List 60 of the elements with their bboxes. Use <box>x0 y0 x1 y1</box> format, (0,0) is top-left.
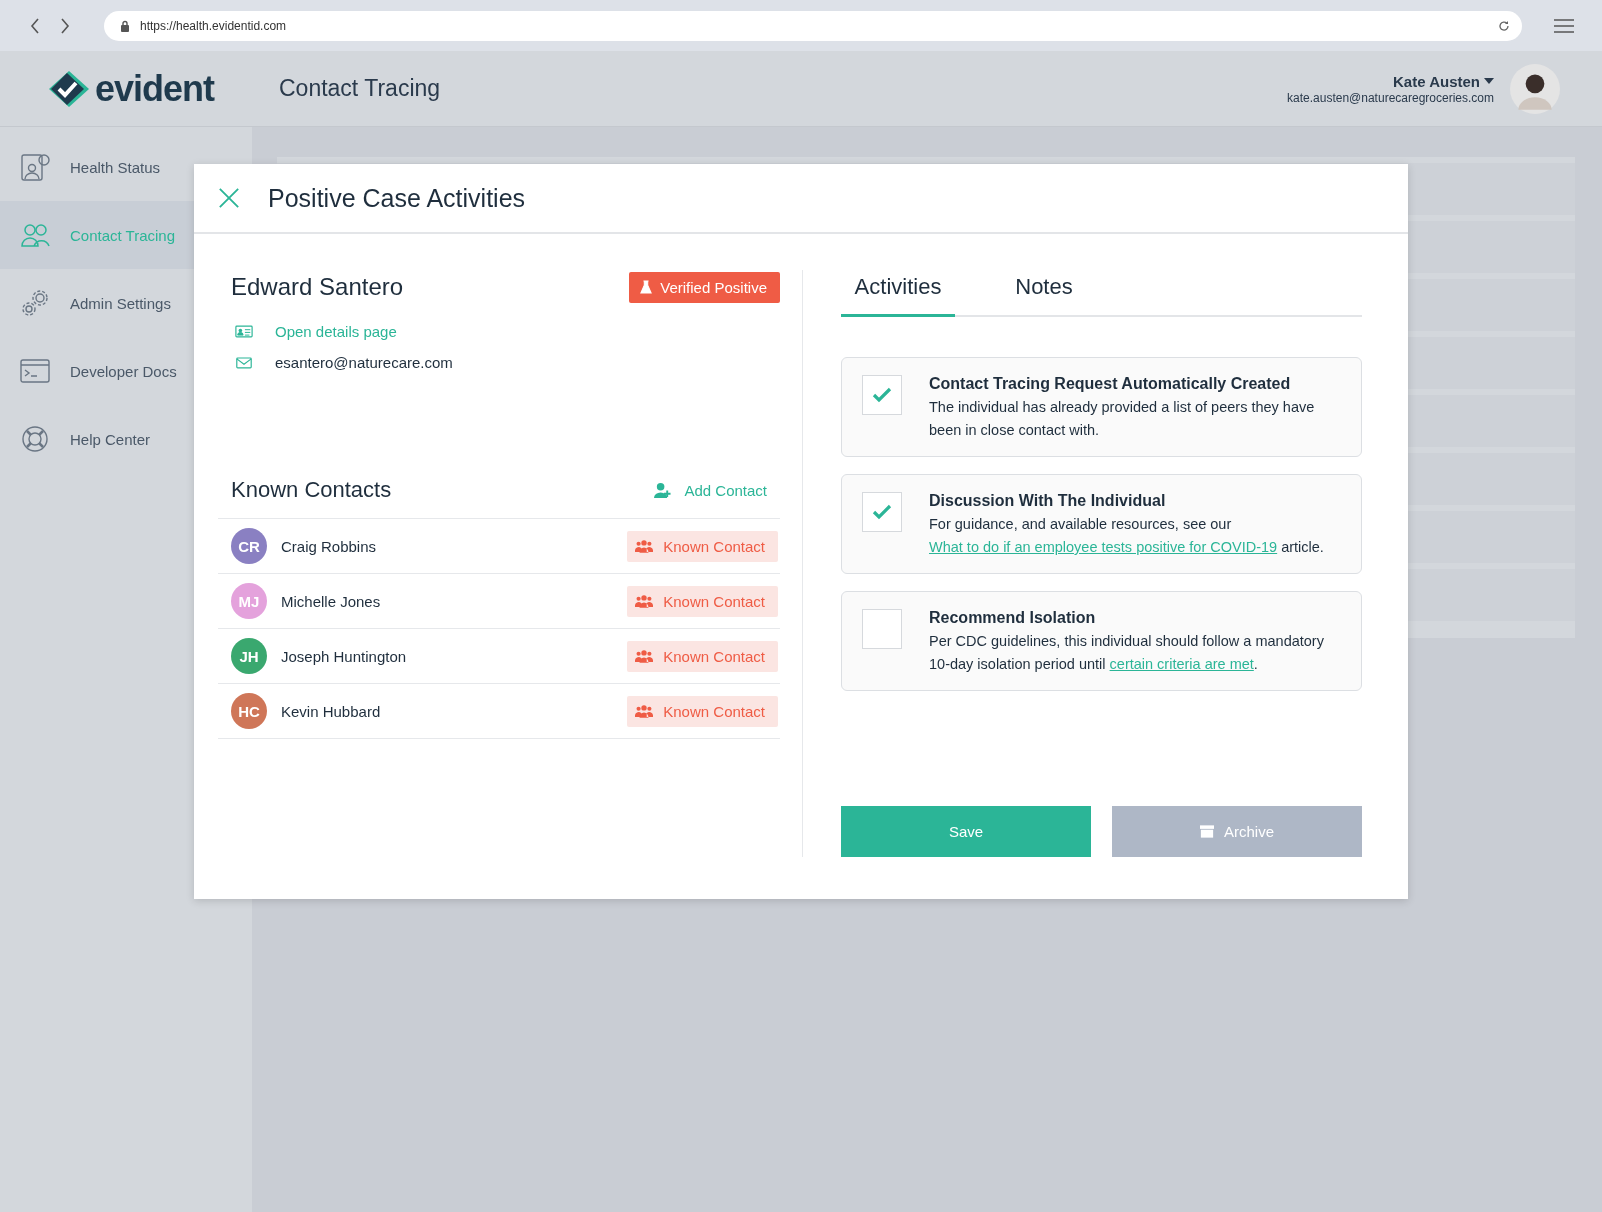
activity-description: For guidance, and available resources, see our What to do if an employee tests positive for COVID-19 article. <box>929 515 1325 557</box>
activity-title: Recommend Isolation <box>929 609 1097 627</box>
initials-avatar: CR <box>231 528 267 564</box>
activity-description: The individual has already provided a list of peers they have been in close contact with. <box>929 398 1316 440</box>
activity-title: Contact Tracing Request Automatically Created <box>929 375 1292 393</box>
archive-box-icon <box>1200 825 1214 838</box>
modal-title: Positive Case Activities <box>268 183 526 213</box>
avatar-icon[interactable] <box>1510 63 1560 114</box>
details-link[interactable]: Open details page <box>275 323 397 340</box>
initials-avatar: JH <box>231 638 267 674</box>
close-icon[interactable] <box>218 187 240 209</box>
activity-title: Discussion With The Individual <box>929 492 1167 510</box>
gears-icon <box>20 288 50 318</box>
section-heading: Known Contacts <box>231 477 392 503</box>
group-icon <box>635 648 654 664</box>
logo-icon <box>47 68 91 109</box>
terminal-window-icon <box>20 356 50 386</box>
contact-tag: Known Contact <box>627 530 778 562</box>
lifebuoy-icon <box>20 424 50 454</box>
user-email: kate.austen@naturecaregroceries.com <box>1287 90 1494 105</box>
contact-tag: Known Contact <box>627 695 778 727</box>
checkbox[interactable] <box>862 375 902 415</box>
envelope-icon <box>235 355 253 370</box>
tab[interactable]: Activities <box>841 274 955 317</box>
sidebar-item[interactable]: Help Center <box>0 405 252 473</box>
sidebar-item[interactable]: Developer Docs <box>0 337 252 405</box>
flask-icon <box>640 280 653 294</box>
contact-name: Kevin Hubbard <box>281 702 382 720</box>
checkbox[interactable] <box>862 492 902 532</box>
add-contact-button[interactable]: Add Contact <box>653 481 780 499</box>
menu-icon[interactable] <box>1554 17 1574 34</box>
add-person-icon <box>653 481 673 499</box>
contact-tag: Known Contact <box>627 640 778 672</box>
checkmark-icon <box>872 504 892 520</box>
user-menu[interactable]: Kate Austen <box>1393 72 1494 90</box>
tab[interactable]: Notes <box>987 274 1101 317</box>
initials-avatar: MJ <box>231 583 267 619</box>
activity-description: Per CDC guidelines, this individual should follow a mandatory 10-day isolation period until certain criteria are met. <box>929 632 1325 674</box>
status-badge: Verified Positive <box>629 271 780 303</box>
initials-avatar: HC <box>231 693 267 729</box>
person-email: esantero@naturecare.com <box>275 354 453 371</box>
checkbox[interactable] <box>862 609 902 649</box>
reload-icon[interactable] <box>1498 19 1510 32</box>
sidebar-item[interactable]: Health Status <box>0 133 252 201</box>
contact-name: Craig Robbins <box>281 537 378 555</box>
checkmark-icon <box>872 387 892 403</box>
address-bar[interactable]: https://health.evidentid.com <box>104 10 1522 41</box>
logo-text: evident <box>95 67 215 110</box>
contact-tag: Known Contact <box>627 585 778 617</box>
group-icon <box>635 593 654 609</box>
caret-icon <box>1484 78 1494 84</box>
group-icon <box>635 538 654 554</box>
contact-name: Joseph Huntington <box>281 647 408 665</box>
contact-name: Michelle Jones <box>281 592 382 610</box>
lock-icon <box>120 19 130 32</box>
id-card-icon <box>235 324 253 339</box>
page-title: Contact Tracing <box>279 75 441 102</box>
id-badge-icon <box>20 152 50 182</box>
group-icon <box>635 703 654 719</box>
person-name: Edward Santero <box>231 273 404 301</box>
